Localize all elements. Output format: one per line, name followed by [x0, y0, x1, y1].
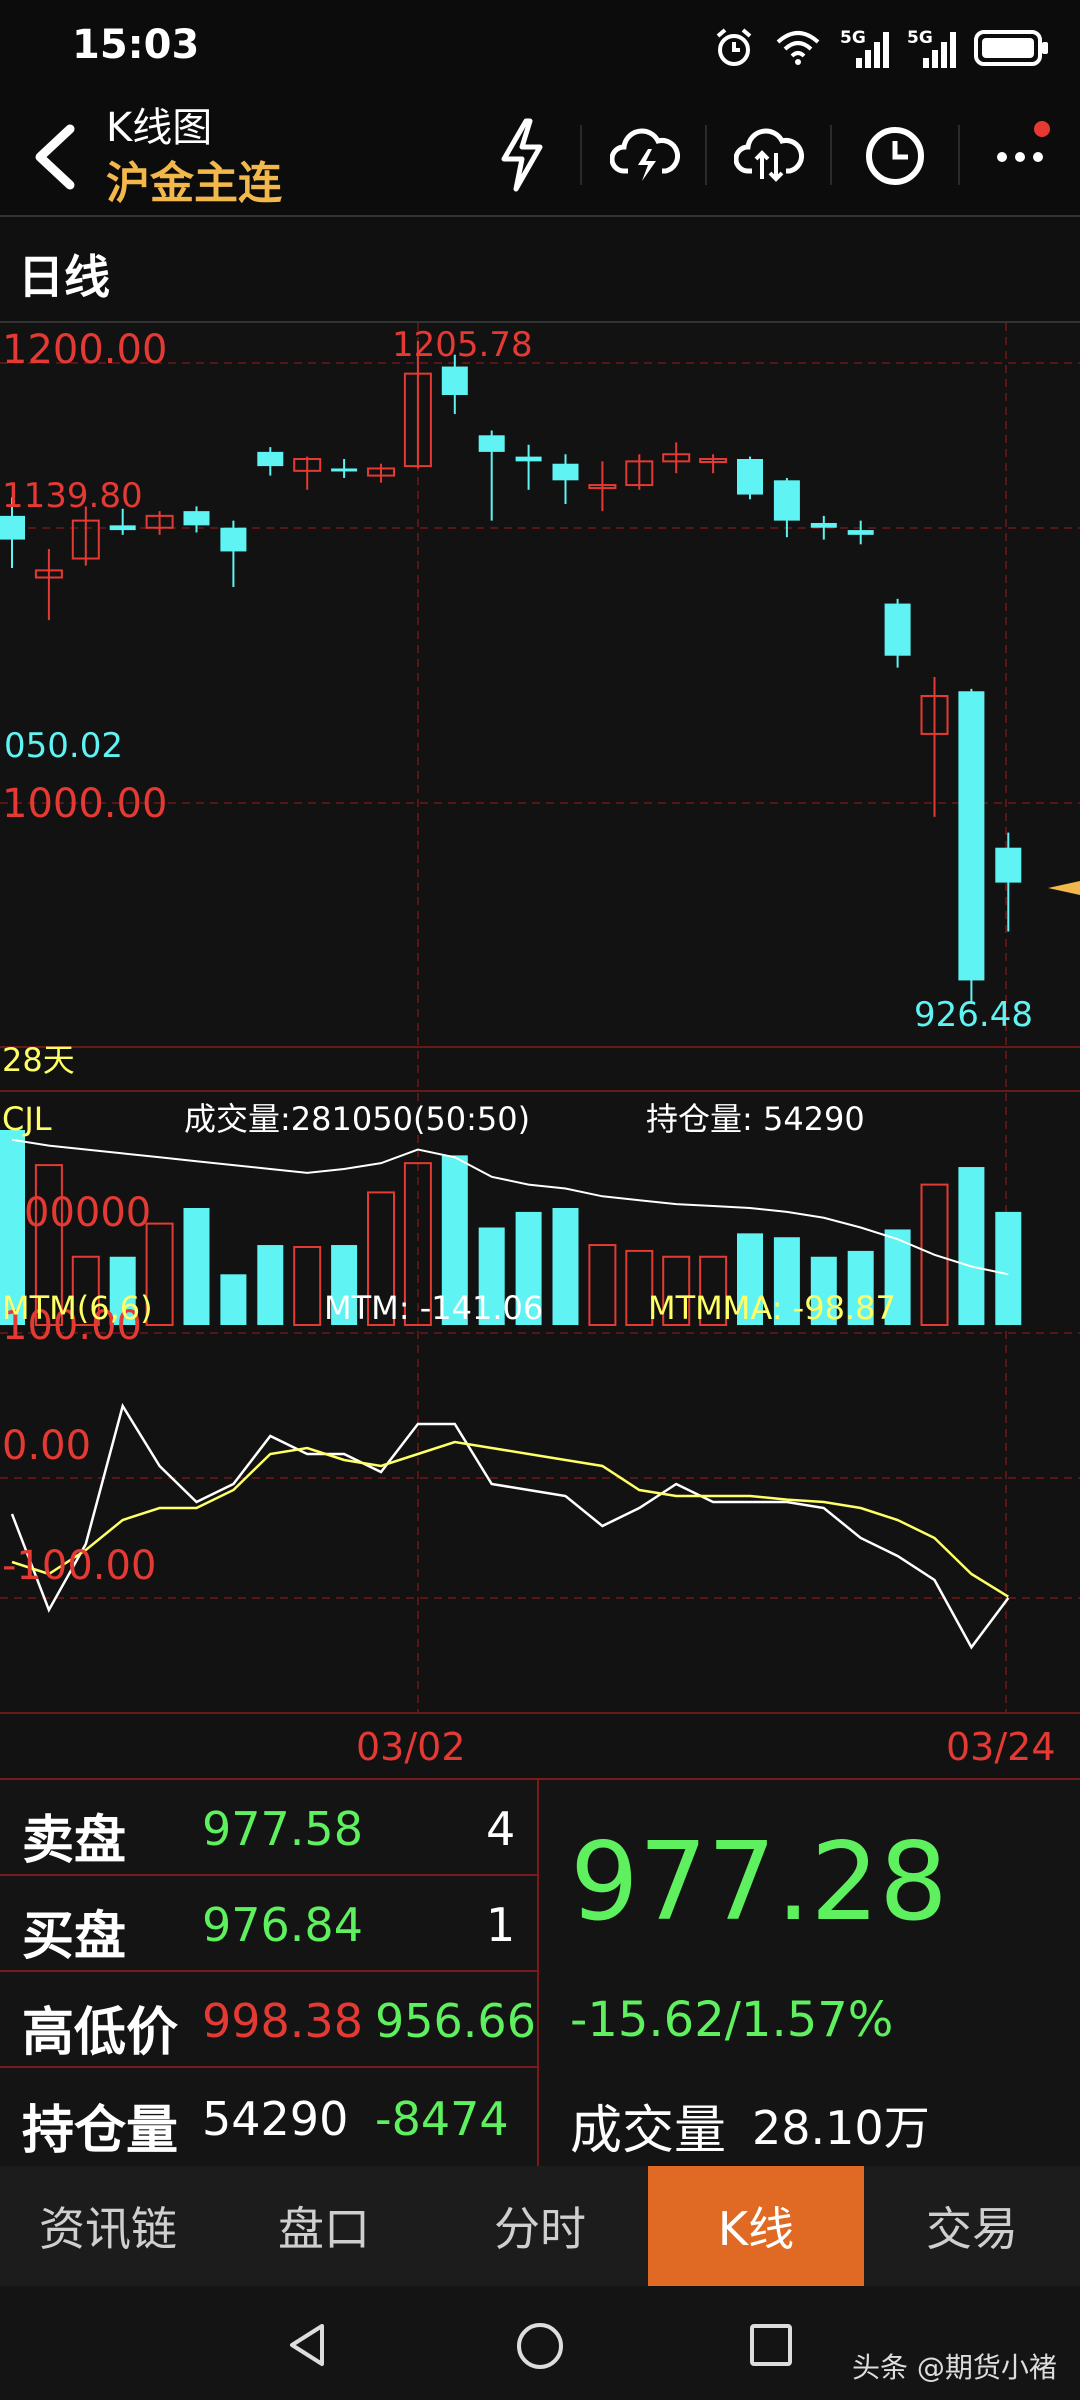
recents-square-icon[interactable]	[748, 2322, 794, 2368]
mtm-indicator-label: MTM(6,6)	[2, 1289, 153, 1327]
volume-value: 28.10万	[752, 2101, 930, 2155]
candle-body	[515, 456, 542, 462]
wifi-icon	[776, 31, 820, 65]
candle-body	[995, 847, 1022, 883]
mtmma-value: MTMMA: -98.87	[648, 1289, 896, 1327]
contract-name: 沪金主连	[106, 158, 282, 209]
candle-body	[220, 527, 247, 552]
volume-indicator-label: CJL	[2, 1100, 52, 1138]
status-bar: 15:03 5G 5G	[0, 0, 1080, 95]
candle-body	[109, 525, 136, 531]
volume-axis-label: 00000	[24, 1190, 151, 1236]
status-time: 15:03	[72, 22, 200, 68]
ask-qty: 4	[486, 1802, 516, 1856]
bottom-tab-bar: 资讯链 盘口 分时 K线 交易	[0, 2166, 1080, 2286]
cloud-flash-icon[interactable]	[610, 123, 680, 187]
high-price: 998.38	[202, 1994, 363, 2048]
tab-intraday[interactable]: 分时	[432, 2166, 648, 2286]
volume-bar	[257, 1245, 284, 1325]
volume-bar	[552, 1208, 579, 1325]
mtm-zero-label: 0.00	[2, 1423, 91, 1469]
candle-body	[884, 603, 911, 656]
candle-body	[552, 463, 579, 481]
peak-label: 1205.78	[392, 325, 533, 365]
volume-bar	[293, 1246, 322, 1326]
volume-summary: 成交量:281050(50:50)	[184, 1100, 530, 1138]
price-label-1000: 1000.00	[2, 781, 167, 827]
mtm-low-label: -100.00	[2, 1543, 156, 1589]
days-label: 28天	[2, 1041, 75, 1079]
alarm-icon	[716, 28, 752, 66]
bid-label: 买盘	[22, 1907, 127, 1967]
candle-body	[773, 480, 800, 521]
candle-body	[257, 451, 284, 467]
mtmma-line	[11, 1440, 1009, 1598]
cloud-sync-icon[interactable]	[734, 123, 804, 187]
signal-icon-2: 5G	[907, 28, 956, 68]
candle-body	[810, 522, 837, 528]
tab-kline[interactable]: K线	[648, 2166, 864, 2286]
volume-bar	[183, 1208, 210, 1325]
tab-trade[interactable]: 交易	[864, 2166, 1080, 2286]
candle-body	[441, 366, 468, 395]
watermark: 头条 @期货小褚	[852, 2351, 1057, 2384]
tab-order-book[interactable]: 盘口	[216, 2166, 432, 2286]
mtm-value: MTM: -141.06	[324, 1289, 543, 1327]
ask-price: 977.58	[202, 1802, 363, 1856]
system-navigation-bar: 头条 @期货小褚	[0, 2286, 1080, 2400]
home-circle-icon[interactable]	[514, 2320, 566, 2372]
open-interest-summary: 持仓量: 54290	[646, 1100, 865, 1138]
price-label-1200: 1200.00	[2, 327, 167, 373]
volume-bar	[995, 1211, 1022, 1325]
tab-news-chain[interactable]: 资讯链	[0, 2166, 216, 2286]
low-price: 956.66	[375, 1994, 536, 2048]
high-low-label: 高低价	[22, 2003, 179, 2063]
date-label-2: 03/24	[946, 1725, 1056, 1769]
page-title: K线图	[106, 105, 213, 151]
network-label-2: 5G	[907, 28, 933, 48]
period-selector[interactable]: 日线	[0, 215, 1080, 323]
open-interest-label: 持仓量	[22, 2101, 179, 2161]
candle-body	[737, 458, 763, 495]
volume-bar	[958, 1167, 985, 1325]
period-label: 日线	[18, 250, 110, 304]
candle-body	[183, 511, 210, 526]
ask-label: 卖盘	[22, 1811, 127, 1871]
kline-chart[interactable]: 1200.00 1205.78 1139.80 050.02 1000.00 9…	[0, 323, 1080, 1778]
volume-label: 成交量	[570, 2101, 727, 2161]
clock-icon[interactable]	[862, 123, 928, 189]
chart-canvas: 1200.00 1205.78 1139.80 050.02 1000.00 9…	[0, 323, 1080, 1769]
network-label-1: 5G	[840, 28, 866, 48]
price-label-1139: 1139.80	[2, 476, 143, 516]
bid-price: 976.84	[202, 1898, 363, 1952]
date-label-1: 03/02	[356, 1725, 466, 1769]
candle-body	[958, 691, 985, 981]
back-arrow-icon[interactable]	[24, 117, 84, 197]
open-interest-change: -8474	[375, 2092, 509, 2146]
price-change: -15.62/1.57%	[570, 1992, 894, 2048]
candle-body	[331, 468, 358, 472]
volume-bar	[220, 1274, 247, 1325]
mtm-line	[10, 1402, 1010, 1650]
price-label-low-left: 050.02	[4, 726, 123, 766]
volume-bar	[588, 1244, 617, 1326]
open-interest-value: 54290	[202, 2092, 349, 2146]
signal-icon-1: 5G	[840, 28, 889, 68]
last-price: 977.28	[570, 1820, 948, 1945]
status-icons: 5G 5G	[712, 26, 1050, 70]
candle-body	[847, 530, 874, 535]
header-bar: K线图 沪金主连	[0, 95, 1080, 215]
battery-icon	[974, 30, 1048, 66]
candle-body	[478, 435, 505, 452]
back-triangle-icon[interactable]	[282, 2320, 332, 2370]
lightning-icon[interactable]	[492, 115, 552, 195]
notification-dot	[1034, 121, 1050, 137]
bid-qty: 1	[486, 1898, 516, 1952]
quote-panel: 卖盘 977.58 4 买盘 976.84 1 高低价 998.38 956.6…	[0, 1778, 1080, 2168]
current-price-marker	[1048, 881, 1080, 895]
more-menu-icon[interactable]	[990, 115, 1060, 185]
trough-label: 926.48	[914, 995, 1033, 1035]
candle-body	[0, 515, 25, 540]
